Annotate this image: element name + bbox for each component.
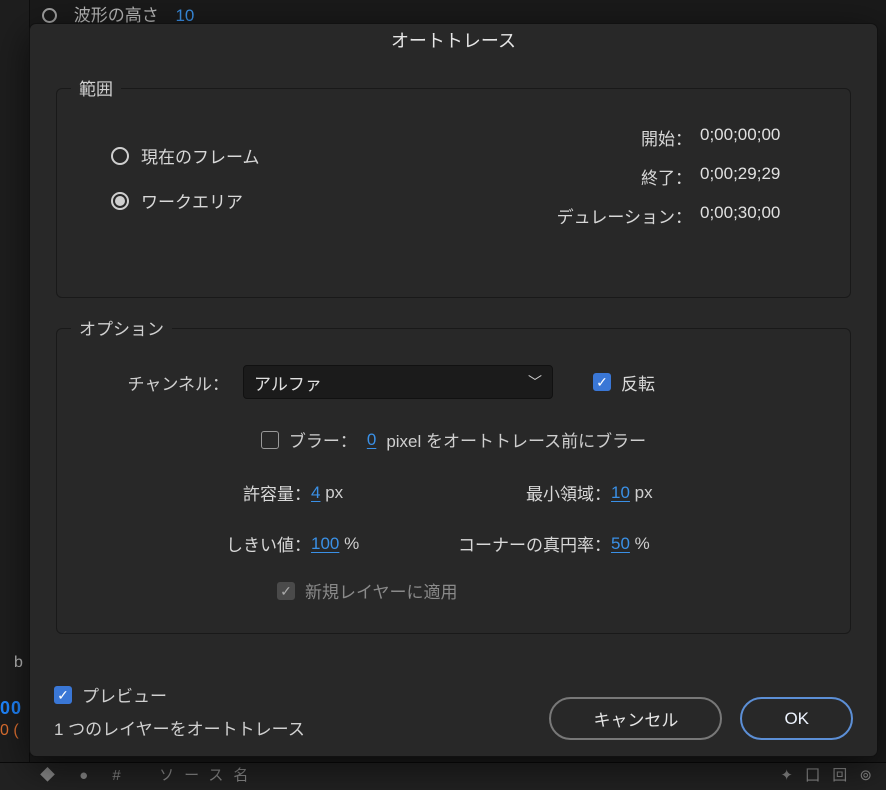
range-legend: 範囲 xyxy=(71,75,121,100)
blur-value[interactable]: 0 xyxy=(367,430,376,450)
options-legend: オプション xyxy=(71,315,172,340)
invert-checkbox[interactable] xyxy=(593,373,611,391)
threshold-unit: % xyxy=(344,534,359,553)
roundness-value[interactable]: 50 xyxy=(611,534,630,553)
dialog-title: オートトレース xyxy=(30,24,877,58)
threshold-label: しきい値： xyxy=(111,531,311,556)
chevron-down-icon: ﹀ xyxy=(528,372,542,392)
blur-prefix: ブラー： xyxy=(289,427,357,452)
ok-button[interactable]: OK xyxy=(740,697,853,740)
start-label: 開始： xyxy=(641,125,692,150)
auto-trace-dialog: オートトレース 範囲 現在のフレーム ワークエリア 開始： 0;00;00;00 xyxy=(29,23,878,757)
end-value: 0;00;29;29 xyxy=(700,164,820,189)
minarea-label: 最小領域： xyxy=(421,480,611,505)
bg-letter: b xyxy=(14,654,23,672)
apply-new-layer-checkbox[interactable] xyxy=(277,582,295,600)
blur-suffix: pixel をオートトレース前にブラー xyxy=(386,427,646,452)
radio-current-label: 現在のフレーム xyxy=(141,143,260,168)
blur-checkbox[interactable] xyxy=(261,431,279,449)
channel-label: チャンネル： xyxy=(111,370,229,395)
tolerance-label: 許容量： xyxy=(111,480,311,505)
channel-value: アルファ xyxy=(254,370,322,395)
radio-current-frame[interactable]: 現在のフレーム xyxy=(111,143,260,168)
roundness-unit: % xyxy=(635,534,650,553)
start-value: 0;00;00;00 xyxy=(700,125,820,150)
minarea-unit: px xyxy=(635,483,653,502)
bg-bottom-right-icons: ✦ 囗 回 ⊚ xyxy=(780,764,876,785)
range-group: 範囲 現在のフレーム ワークエリア 開始： 0;00;00;00 終了： xyxy=(56,88,851,298)
dialog-footer: プレビュー 1 つのレイヤーをオートトレース キャンセル OK xyxy=(54,682,853,740)
end-label: 終了： xyxy=(641,164,692,189)
radio-work-area[interactable]: ワークエリア xyxy=(111,188,260,213)
duration-label: デュレーション： xyxy=(557,203,692,228)
invert-label: 反転 xyxy=(621,370,655,395)
radio-icon xyxy=(111,192,129,210)
preview-checkbox[interactable] xyxy=(54,686,72,704)
options-group: オプション チャンネル： アルファ ﹀ 反転 ブラー： 0 pixel をオート… xyxy=(56,328,851,634)
radio-icon xyxy=(111,147,129,165)
roundness-label: コーナーの真円率： xyxy=(421,531,611,556)
bg-orange: 0 ( xyxy=(0,722,19,740)
channel-select[interactable]: アルファ ﹀ xyxy=(243,365,553,399)
bg-timecode: 00 xyxy=(0,698,22,719)
preview-label: プレビュー xyxy=(82,682,167,707)
tolerance-value[interactable]: 4 xyxy=(311,483,320,502)
threshold-value[interactable]: 100 xyxy=(311,534,339,553)
bg-bottom-icons: ◆ ● # ソース名 xyxy=(40,764,258,785)
radio-workarea-label: ワークエリア xyxy=(141,188,243,213)
apply-new-layer-label: 新規レイヤーに適用 xyxy=(305,578,458,603)
minarea-value[interactable]: 10 xyxy=(611,483,630,502)
stopwatch-icon[interactable] xyxy=(42,8,57,23)
cancel-button[interactable]: キャンセル xyxy=(549,697,722,740)
duration-value: 0;00;30;00 xyxy=(700,203,820,228)
tolerance-unit: px xyxy=(325,483,343,502)
